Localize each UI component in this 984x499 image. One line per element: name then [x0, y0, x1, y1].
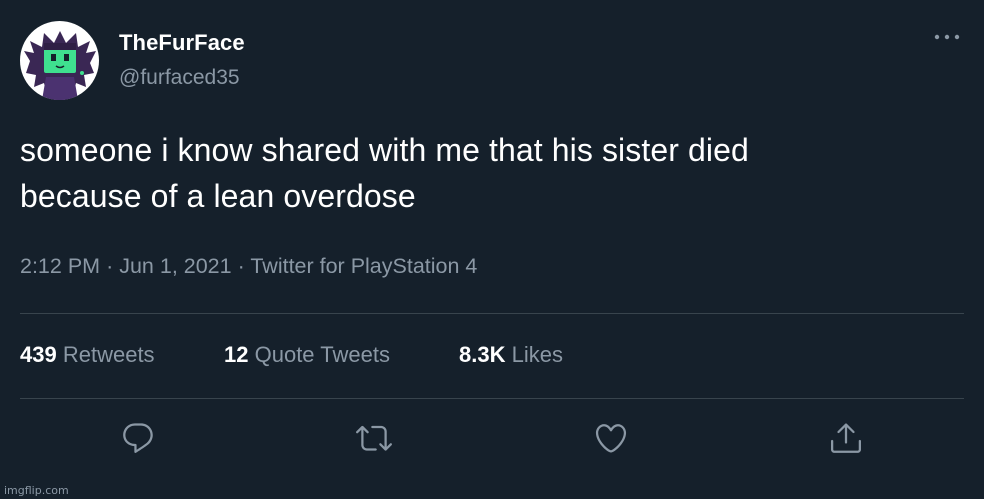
reply-icon[interactable] [120, 420, 156, 456]
retweets-label: Retweets [62, 342, 155, 367]
divider-bottom [20, 398, 964, 399]
quote-tweets-count: 12 [224, 342, 249, 367]
likes-label: Likes [511, 342, 563, 367]
retweet-icon[interactable] [356, 420, 392, 456]
tweet-text: someone i know shared with me that his s… [20, 127, 950, 219]
watermark: imgflip.com [4, 484, 69, 497]
more-options-icon[interactable] [932, 29, 962, 45]
meta-separator-1: · [106, 254, 114, 278]
tweet-time[interactable]: 2:12 PM [20, 254, 100, 278]
avatar[interactable] [20, 21, 99, 100]
display-name[interactable]: TheFurFace [119, 30, 245, 56]
tweet-card: TheFurFace @furfaced35 someone i know sh… [0, 0, 984, 499]
tweet-text-line-1: someone i know shared with me that his s… [20, 132, 749, 168]
retweets-count: 439 [20, 342, 57, 367]
retweets-stat[interactable]: 439 Retweets [20, 342, 155, 368]
share-icon[interactable] [828, 420, 864, 456]
quote-tweets-stat[interactable]: 12 Quote Tweets [224, 342, 390, 368]
like-icon[interactable] [593, 420, 629, 456]
tweet-source[interactable]: Twitter for PlayStation 4 [250, 254, 477, 278]
tweet-date[interactable]: Jun 1, 2021 [119, 254, 231, 278]
user-handle[interactable]: @furfaced35 [119, 66, 240, 90]
quote-tweets-label: Quote Tweets [254, 342, 390, 367]
likes-count: 8.3K [459, 342, 506, 367]
divider-top [20, 313, 964, 314]
tweet-meta: 2:12 PM · Jun 1, 2021 · Twitter for Play… [20, 254, 477, 279]
tweet-text-line-2: because of a lean overdose [20, 178, 416, 214]
likes-stat[interactable]: 8.3K Likes [459, 342, 563, 368]
meta-separator-2: · [237, 254, 245, 278]
avatar-image [20, 21, 99, 100]
